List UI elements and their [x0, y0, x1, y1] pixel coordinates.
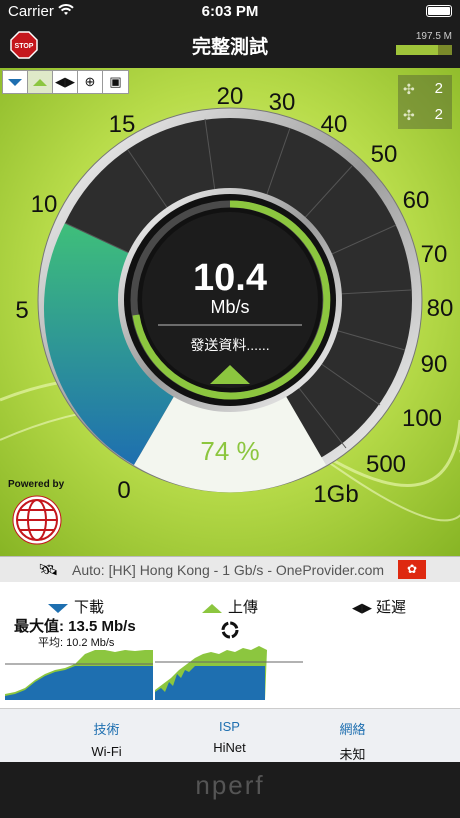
server-count-box[interactable]: ✣ 2 ✣ 2 — [398, 75, 452, 129]
server-count: 2 — [434, 80, 443, 97]
server-selector[interactable]: 🛰 Auto: [HK] Hong Kong - 1 Gb/s - OnePro… — [0, 556, 460, 584]
gauge-tabbar: ◀▶ ⊕ ▣ — [2, 70, 129, 94]
download-tab[interactable] — [3, 71, 28, 93]
scale-label: 20 — [217, 83, 244, 110]
download-header[interactable]: 下載 — [48, 596, 104, 617]
scale-label: 5 — [15, 297, 28, 324]
max-speed: 最大值: 13.5 Mb/s — [14, 618, 136, 635]
nperf-logo: nperf — [195, 770, 265, 800]
download-label: 下載 — [74, 599, 105, 616]
upload-tab[interactable] — [28, 71, 53, 93]
gauge-svg: 0 5 10 15 20 30 40 50 60 70 80 90 100 50… — [0, 68, 460, 556]
scale-label: 40 — [321, 111, 348, 138]
server-label: Auto: [HK] Hong Kong - 1 Gb/s - OneProvi… — [72, 562, 385, 578]
memory-label: 197.5 M — [415, 31, 452, 42]
video-tab[interactable]: ▣ — [103, 71, 128, 93]
satellite-icon: 🛰 — [38, 562, 59, 579]
results-panel: 下載 上傳 ◀▶ 延遲 最大值: 13.5 Mb/s 平均: 10.2 Mb/s — [0, 582, 460, 708]
latency-icon: ◀▶ — [352, 600, 372, 615]
loading-spinner-icon — [221, 621, 239, 639]
download-icon — [48, 603, 68, 613]
upload-icon — [202, 603, 222, 613]
powered-by-label: Powered by — [8, 479, 65, 490]
latency-label: 延遲 — [376, 599, 407, 616]
globe-icon: ⊕ — [84, 74, 96, 89]
server-icon: ✣ — [403, 107, 415, 123]
connection-info: 技術 Wi-Fi ISP HiNet 網絡 未知 — [0, 708, 460, 763]
scale-label: 70 — [421, 241, 448, 268]
server-count: 2 — [434, 106, 443, 123]
upload-header[interactable]: 上傳 — [202, 596, 258, 617]
network-value: 未知 — [339, 747, 366, 762]
memory-bar — [396, 45, 452, 55]
scale-label: 15 — [109, 111, 136, 138]
hong-kong-flag-icon: ✿ — [398, 560, 426, 579]
status-bar: Carrier 6:03 PM — [0, 0, 460, 24]
speed-unit: Mb/s — [210, 297, 249, 317]
scale-label: 100 — [402, 405, 442, 432]
gauge-area: 0 5 10 15 20 30 40 50 60 70 80 90 100 50… — [0, 68, 460, 556]
scale-label: 1Gb — [313, 481, 358, 508]
scale-label: 0 — [117, 477, 130, 504]
scale-label: 30 — [269, 89, 296, 116]
nav-bar: STOP 完整測試 197.5 M — [0, 24, 460, 68]
scale-label: 60 — [403, 187, 430, 214]
scale-label: 50 — [371, 141, 398, 168]
latency-header[interactable]: ◀▶ 延遲 — [352, 596, 406, 617]
network-label: 網絡 — [339, 722, 366, 737]
footer: nperf — [0, 762, 460, 818]
progress-text: 74 % — [200, 436, 259, 466]
battery-icon — [426, 5, 452, 17]
speed-value: 10.4 — [193, 257, 267, 299]
scale-label: 90 — [421, 351, 448, 378]
scale-label: 80 — [427, 295, 454, 322]
server-icon: ✣ — [403, 81, 415, 97]
page-title: 完整測試 — [191, 37, 268, 58]
network-column: 網絡 未知 — [276, 709, 429, 763]
scale-label: 10 — [31, 191, 58, 218]
upload-label: 上傳 — [228, 599, 259, 616]
latency-tab[interactable]: ◀▶ — [53, 71, 78, 93]
video-icon: ▣ — [109, 74, 122, 89]
web-tab[interactable]: ⊕ — [78, 71, 103, 93]
scale-label: 500 — [366, 451, 406, 478]
upload-chart — [155, 646, 303, 700]
clock: 6:03 PM — [201, 3, 259, 20]
download-chart — [5, 650, 153, 700]
latency-icon: ◀▶ — [55, 74, 75, 89]
gauge-status: 發送資料...... — [190, 337, 269, 353]
